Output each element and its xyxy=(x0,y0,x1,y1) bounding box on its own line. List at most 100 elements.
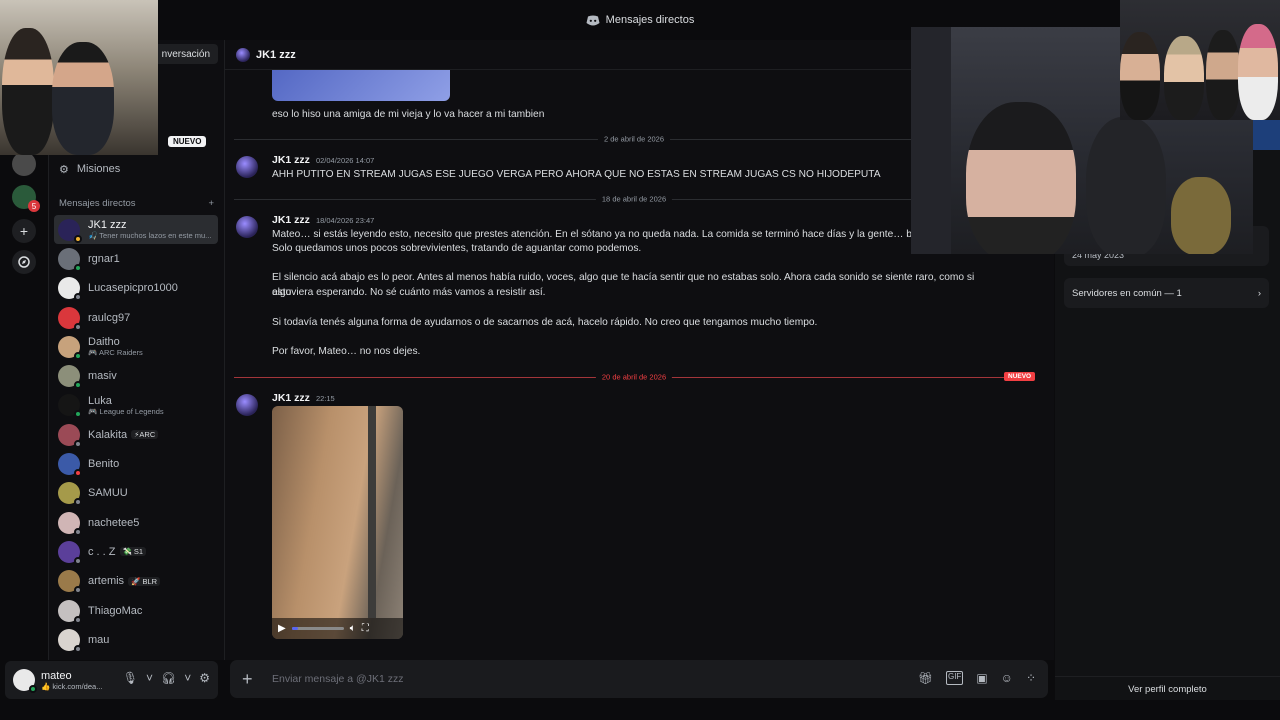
dm-name: artemis xyxy=(88,575,125,588)
message-header: JK1 zzz 18/04/2026 23:47 xyxy=(272,214,374,226)
message-author[interactable]: JK1 zzz xyxy=(272,154,310,166)
chevron-down-icon[interactable]: ˅ xyxy=(146,671,153,685)
status-indicator xyxy=(74,644,82,653)
status-indicator xyxy=(74,439,82,448)
dm-item[interactable]: masiv xyxy=(54,361,218,390)
video-controls: ▶ 🔈︎ ⛶ xyxy=(272,618,403,639)
dm-item[interactable]: Daitho 🎮 ARC Raiders xyxy=(54,332,218,361)
avatar[interactable] xyxy=(13,669,37,693)
avatar[interactable] xyxy=(236,394,258,416)
dm-item[interactable]: Kalakita ⚡ARC xyxy=(54,420,218,449)
dm-item[interactable]: mau xyxy=(54,625,218,654)
fullscreen-icon[interactable]: ⛶ xyxy=(362,623,369,634)
dm-name: mau xyxy=(88,633,110,646)
avatar xyxy=(58,599,82,624)
message-text: Mateo… si estás leyendo esto, necesito q… xyxy=(272,229,912,240)
window-title: Mensajes directos xyxy=(605,14,695,26)
dm-item[interactable]: SAMUU xyxy=(54,479,218,508)
dm-activity: 🎣 Tener muchos lazos en este mu... xyxy=(88,231,212,241)
dm-item[interactable]: nachetee5 xyxy=(54,508,218,537)
discord-icon xyxy=(586,15,600,25)
user-panel: mateo 👍 kick.com/dea... 🎙︎ ˅ 🎧︎ ˅ ⚙ xyxy=(5,661,218,699)
message-text: eso lo hiso una amiga de mi vieja y lo v… xyxy=(272,109,545,120)
status-indicator xyxy=(74,351,82,360)
status-indicator xyxy=(74,556,82,565)
dm-name: ThiagoMac xyxy=(88,604,143,617)
settings-gear-icon[interactable]: ⚙ xyxy=(199,671,210,685)
dm-item[interactable]: rgnar1 xyxy=(54,244,218,273)
dm-name: rgnar1 xyxy=(88,252,120,265)
dm-name: c . . Z xyxy=(88,545,116,558)
dm-item[interactable]: ThiagoMac xyxy=(54,596,218,625)
dm-activity: 🎮 League of Legends xyxy=(88,406,164,416)
dm-item[interactable]: raulcg97 xyxy=(54,303,218,332)
status-indicator xyxy=(74,263,82,272)
gif-icon[interactable]: GIF xyxy=(945,671,964,685)
video-progress-bar[interactable] xyxy=(291,627,344,630)
message-input[interactable] xyxy=(272,673,872,685)
new-messages-divider: 20 de abril de 2026 xyxy=(234,372,1034,382)
apps-icon[interactable]: ⁘ xyxy=(1026,671,1036,685)
webcam-overlay-left xyxy=(0,0,158,155)
chevron-down-icon[interactable]: ˅ xyxy=(184,671,191,685)
dm-item[interactable]: JK1 zzz 🎣 Tener muchos lazos en este mu..… xyxy=(54,215,218,245)
avatar xyxy=(58,540,82,565)
common-servers-row[interactable]: Servidores en común — 1 › xyxy=(1064,278,1269,308)
status-indicator xyxy=(74,527,82,536)
dm-item[interactable]: artemis 🚀 BLR xyxy=(54,567,218,596)
dm-name: Kalakita xyxy=(88,428,128,441)
view-full-profile-button[interactable]: Ver perfil completo xyxy=(1055,676,1280,702)
message-header: JK1 zzz 22:15 xyxy=(272,392,335,404)
server-icon[interactable] xyxy=(12,152,36,176)
user-name: mateo xyxy=(41,669,72,682)
gift-icon[interactable]: 🎁︎ xyxy=(918,671,933,685)
headphones-icon[interactable]: 🎧︎ xyxy=(161,671,176,685)
video-frame-edge xyxy=(368,406,376,618)
avatar xyxy=(58,335,82,360)
dm-item[interactable]: c . . Z 💸 S1 xyxy=(54,537,218,566)
misiones-nav[interactable]: ⚙ Misiones xyxy=(59,160,120,178)
find-conversation-button[interactable]: nversación xyxy=(148,44,218,64)
attachment-image[interactable] xyxy=(272,70,450,101)
profile-banner xyxy=(1253,120,1280,150)
chat-header-name[interactable]: JK1 zzz xyxy=(256,49,296,61)
message-text: Por favor, Mateo… no nos dejes. xyxy=(272,346,421,357)
dm-name: masiv xyxy=(88,370,117,383)
add-server-icon[interactable]: + xyxy=(12,219,36,243)
play-icon[interactable]: ▶ xyxy=(278,623,286,634)
emoji-icon[interactable]: ☺ xyxy=(1001,671,1013,685)
status-indicator xyxy=(74,293,82,302)
new-badge: NUEVO xyxy=(168,136,207,147)
add-dm-icon[interactable]: + xyxy=(208,198,214,209)
dm-item[interactable]: Benito xyxy=(54,449,218,478)
avatar[interactable] xyxy=(236,156,258,178)
dm-list: JK1 zzz 🎣 Tener muchos lazos en este mu..… xyxy=(54,215,218,654)
video-attachment[interactable]: ▶ 🔈︎ ⛶ xyxy=(272,406,403,639)
status-indicator xyxy=(74,615,82,624)
avatar[interactable] xyxy=(236,47,250,62)
add-attachment-icon[interactable]: + xyxy=(242,669,266,690)
avatar xyxy=(58,628,82,653)
dm-name: raulcg97 xyxy=(88,311,131,324)
avatar xyxy=(58,570,82,595)
message-author[interactable]: JK1 zzz xyxy=(272,392,310,404)
dm-item[interactable]: Luka 🎮 League of Legends xyxy=(54,391,218,420)
dm-section-header: Mensajes directos + xyxy=(59,198,214,209)
dm-name: JK1 zzz xyxy=(88,219,127,232)
avatar xyxy=(58,511,82,536)
sticker-icon[interactable]: ▣ xyxy=(976,671,987,685)
dm-item[interactable]: Lucasepicpro1000 xyxy=(54,274,218,303)
volume-icon[interactable]: 🔈︎ xyxy=(350,623,356,634)
microphone-icon[interactable]: 🎙︎ xyxy=(123,671,138,685)
webcam-overlay-right xyxy=(1120,0,1280,120)
status-indicator xyxy=(74,322,82,331)
dm-header-label: Mensajes directos xyxy=(59,198,136,209)
quests-icon: ⚙ xyxy=(59,163,69,176)
message-author[interactable]: JK1 zzz xyxy=(272,214,310,226)
message-text: Solo quedamos unos pocos sobrevivientes,… xyxy=(272,243,642,254)
avatar xyxy=(58,394,82,419)
explore-icon[interactable] xyxy=(12,250,36,274)
avatar xyxy=(58,365,82,390)
avatar xyxy=(58,423,82,448)
avatar[interactable] xyxy=(236,216,258,238)
